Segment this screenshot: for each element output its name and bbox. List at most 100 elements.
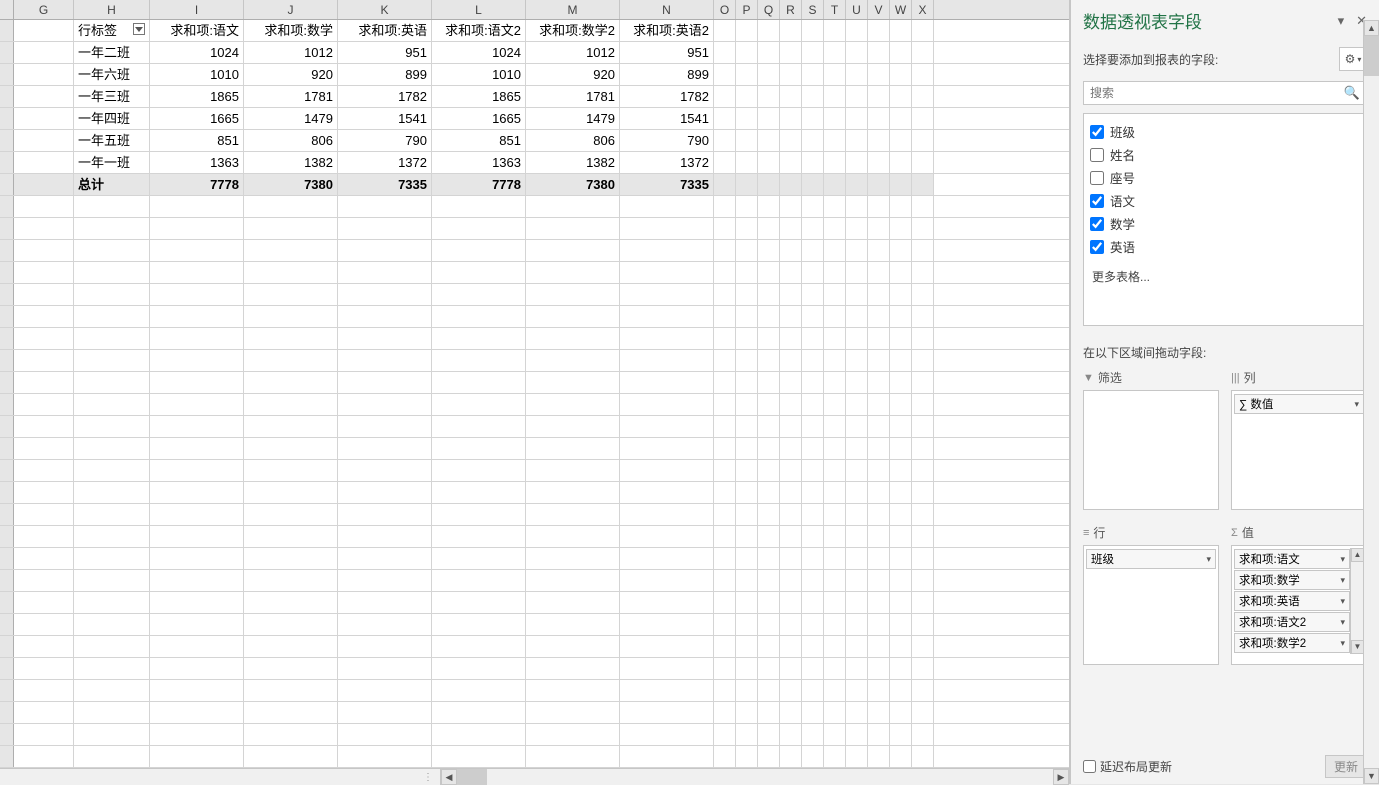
value-header[interactable]: 求和项:数学2 xyxy=(526,20,620,41)
field-checkbox-item[interactable]: 座号 xyxy=(1090,166,1360,189)
corner-cell[interactable] xyxy=(0,0,14,19)
total-cell[interactable]: 7778 xyxy=(432,174,526,195)
field-checkbox[interactable] xyxy=(1090,148,1104,162)
row-header[interactable] xyxy=(0,702,14,723)
data-cell[interactable]: 951 xyxy=(338,42,432,63)
data-cell[interactable]: 851 xyxy=(432,130,526,151)
field-checkbox-item[interactable]: 语文 xyxy=(1090,189,1360,212)
col-header[interactable]: K xyxy=(338,0,432,19)
data-cell[interactable]: 1541 xyxy=(620,108,714,129)
tab-splitter[interactable]: ⋮ xyxy=(0,772,440,783)
row-header[interactable] xyxy=(0,636,14,657)
row-label-cell[interactable]: 一年二班 xyxy=(74,42,150,63)
row-label-cell[interactable]: 一年六班 xyxy=(74,64,150,85)
panel-menu-icon[interactable]: ▾ xyxy=(1338,13,1345,29)
data-cell[interactable]: 1024 xyxy=(432,42,526,63)
row-header[interactable] xyxy=(0,394,14,415)
row-header[interactable] xyxy=(0,152,14,173)
field-checkbox[interactable] xyxy=(1090,194,1104,208)
more-tables-link[interactable]: 更多表格... xyxy=(1090,268,1360,285)
total-cell[interactable]: 7335 xyxy=(620,174,714,195)
row-header[interactable] xyxy=(0,108,14,129)
chevron-down-icon[interactable]: ▾ xyxy=(1340,617,1345,628)
row-header[interactable] xyxy=(0,20,14,41)
data-cell[interactable]: 1782 xyxy=(338,86,432,107)
field-checkbox-item[interactable]: 英语 xyxy=(1090,235,1360,258)
col-header[interactable]: P xyxy=(736,0,758,19)
field-search-box[interactable]: 🔍 xyxy=(1083,81,1367,105)
total-cell[interactable]: 7380 xyxy=(244,174,338,195)
scroll-thumb[interactable] xyxy=(1364,36,1379,76)
total-cell[interactable]: 7380 xyxy=(526,174,620,195)
data-cell[interactable]: 1382 xyxy=(526,152,620,173)
col-header[interactable]: Q xyxy=(758,0,780,19)
chevron-down-icon[interactable]: ▾ xyxy=(1206,554,1211,565)
data-cell[interactable]: 1479 xyxy=(244,108,338,129)
data-cell[interactable]: 1372 xyxy=(338,152,432,173)
row-header[interactable] xyxy=(0,306,14,327)
row-label-filter-icon[interactable] xyxy=(133,23,145,35)
row-header[interactable] xyxy=(0,658,14,679)
defer-layout-checkbox[interactable]: 延迟布局更新 xyxy=(1083,758,1172,775)
row-label-cell[interactable]: 一年三班 xyxy=(74,86,150,107)
data-cell[interactable]: 806 xyxy=(526,130,620,151)
data-cell[interactable]: 920 xyxy=(526,64,620,85)
row-header[interactable] xyxy=(0,724,14,745)
row-header[interactable] xyxy=(0,570,14,591)
data-cell[interactable]: 1781 xyxy=(526,86,620,107)
row-header[interactable] xyxy=(0,196,14,217)
col-header[interactable]: N xyxy=(620,0,714,19)
filter-drop-zone[interactable] xyxy=(1083,390,1219,510)
col-header[interactable]: G xyxy=(14,0,74,19)
data-cell[interactable]: 1010 xyxy=(150,64,244,85)
row-header[interactable] xyxy=(0,240,14,261)
col-header[interactable]: V xyxy=(868,0,890,19)
data-cell[interactable]: 1382 xyxy=(244,152,338,173)
data-cell[interactable]: 1372 xyxy=(620,152,714,173)
scroll-down-icon[interactable]: ▼ xyxy=(1364,768,1379,784)
field-checkbox-item[interactable]: 数学 xyxy=(1090,212,1360,235)
row-label-cell[interactable]: 一年五班 xyxy=(74,130,150,151)
row-header[interactable] xyxy=(0,416,14,437)
row-header[interactable] xyxy=(0,350,14,371)
row-header[interactable] xyxy=(0,614,14,635)
value-field-pill[interactable]: 求和项:英语▾ xyxy=(1234,591,1350,611)
data-cell[interactable]: 1782 xyxy=(620,86,714,107)
row-header[interactable] xyxy=(0,460,14,481)
row-header[interactable] xyxy=(0,218,14,239)
row-header[interactable] xyxy=(0,680,14,701)
value-header[interactable]: 求和项:英语 xyxy=(338,20,432,41)
chevron-down-icon[interactable]: ▾ xyxy=(1340,554,1345,565)
col-header[interactable]: T xyxy=(824,0,846,19)
scroll-right-icon[interactable]: ▶ xyxy=(1053,769,1069,785)
data-cell[interactable]: 1541 xyxy=(338,108,432,129)
value-header[interactable]: 求和项:英语2 xyxy=(620,20,714,41)
row-header[interactable] xyxy=(0,284,14,305)
value-field-pill[interactable]: 求和项:语文2▾ xyxy=(1234,612,1350,632)
data-cell[interactable]: 1781 xyxy=(244,86,338,107)
field-checkbox-item[interactable]: 姓名 xyxy=(1090,143,1360,166)
update-button[interactable]: 更新 xyxy=(1325,755,1367,778)
row-header[interactable] xyxy=(0,328,14,349)
columns-drop-zone[interactable]: ∑ 数值▾ xyxy=(1231,390,1367,510)
total-cell[interactable]: 7778 xyxy=(150,174,244,195)
total-label[interactable]: 总计 xyxy=(74,174,150,195)
data-cell[interactable]: 1865 xyxy=(150,86,244,107)
field-checkbox[interactable] xyxy=(1090,217,1104,231)
data-cell[interactable]: 1665 xyxy=(432,108,526,129)
data-cell[interactable]: 1665 xyxy=(150,108,244,129)
column-field-pill[interactable]: ∑ 数值▾ xyxy=(1234,394,1364,414)
col-header[interactable]: U xyxy=(846,0,868,19)
row-header[interactable] xyxy=(0,592,14,613)
row-header[interactable] xyxy=(0,262,14,283)
row-label-cell[interactable]: 一年一班 xyxy=(74,152,150,173)
chevron-down-icon[interactable]: ▾ xyxy=(1340,596,1345,607)
data-cell[interactable]: 806 xyxy=(244,130,338,151)
scroll-up-icon[interactable]: ▲ xyxy=(1364,20,1379,36)
values-drop-zone[interactable]: 求和项:语文▾求和项:数学▾求和项:英语▾求和项:语文2▾求和项:数学2▾ ▲ … xyxy=(1231,545,1367,665)
value-field-pill[interactable]: 求和项:数学▾ xyxy=(1234,570,1350,590)
value-header[interactable]: 求和项:语文 xyxy=(150,20,244,41)
row-header[interactable] xyxy=(0,130,14,151)
data-cell[interactable]: 790 xyxy=(338,130,432,151)
value-field-pill[interactable]: 求和项:数学2▾ xyxy=(1234,633,1350,653)
